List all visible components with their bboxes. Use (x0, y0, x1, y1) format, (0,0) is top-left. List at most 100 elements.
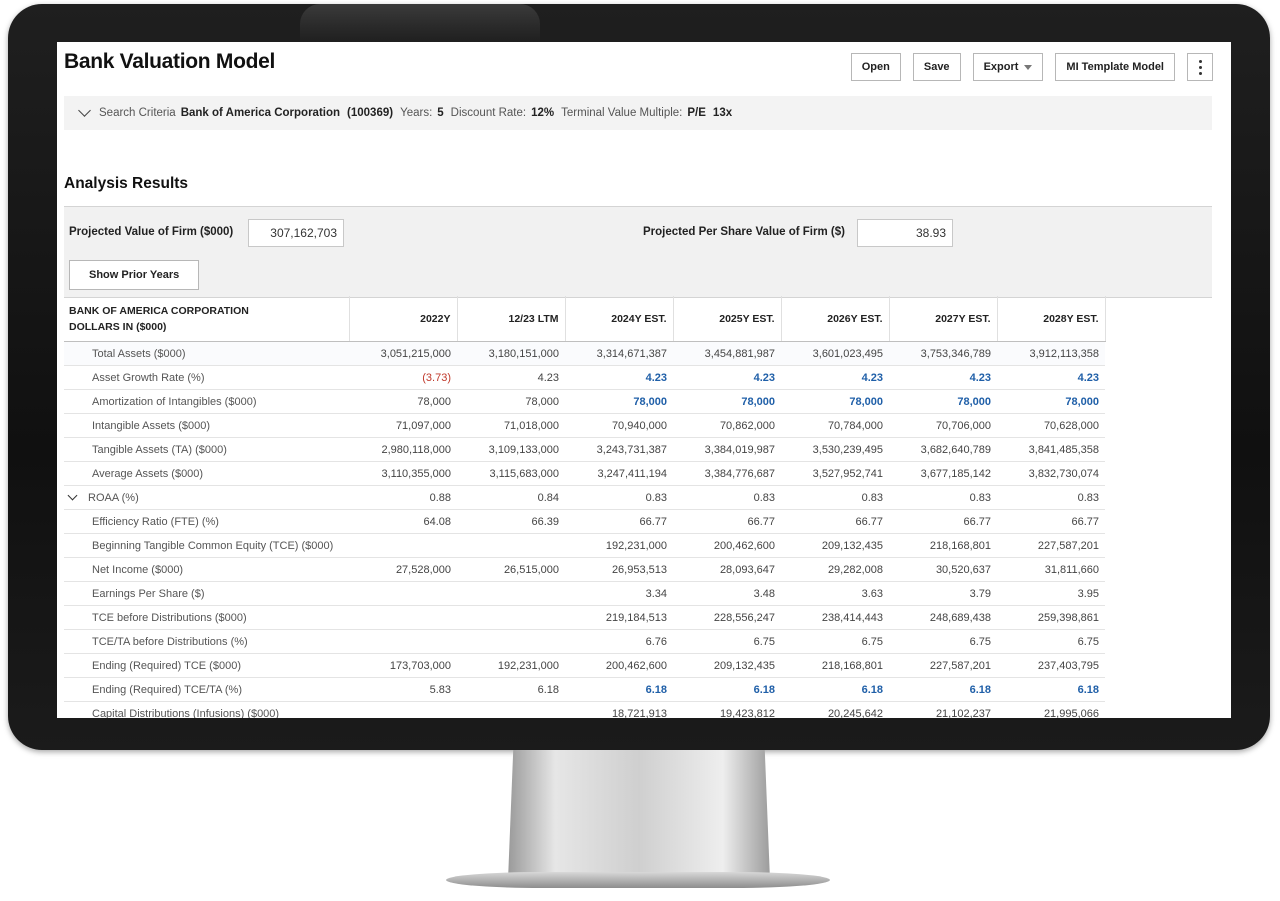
table-cell: 66.77 (889, 509, 997, 534)
table-cell: 3,243,731,387 (565, 437, 673, 462)
expand-chevron-icon[interactable] (67, 490, 78, 500)
table-cell: 19,423,812 (673, 701, 781, 718)
row-label-text: Average Assets ($000) (92, 467, 204, 480)
table-cell: 192,231,000 (565, 533, 673, 558)
table-cell: 4.23 (457, 365, 565, 390)
table-cell (457, 701, 565, 718)
table-cell: 78,000 (349, 389, 457, 414)
table-cell[interactable]: 78,000 (781, 389, 889, 414)
table-cell[interactable]: 4.23 (673, 365, 781, 390)
table-cell: 173,703,000 (349, 653, 457, 678)
analysis-results-heading: Analysis Results (64, 175, 189, 192)
table-header-row: BANK OF AMERICA CORPORATION DOLLARS IN (… (64, 296, 1106, 342)
table-cell: 66.77 (565, 509, 673, 534)
table-cell (457, 629, 565, 654)
table-cell: 71,018,000 (457, 413, 565, 438)
table-cell[interactable]: 78,000 (565, 389, 673, 414)
mi-template-model-button[interactable]: MI Template Model (1055, 53, 1175, 81)
table-cell: 5.83 (349, 677, 457, 702)
row-label-text: Capital Distributions (Infusions) ($000) (92, 707, 280, 719)
per-share-field[interactable]: 38.93 (857, 219, 953, 247)
row-label-text: Earnings Per Share ($) (92, 587, 205, 600)
table-cell: 3.95 (997, 581, 1105, 606)
open-button[interactable]: Open (850, 53, 901, 81)
terminal-value-type: P/E (687, 107, 706, 119)
table-cell: 3,314,671,387 (565, 341, 673, 366)
table-cell[interactable]: 4.23 (889, 365, 997, 390)
table-row: Ending (Required) TCE/TA (%) 5.83 6.18 6.18… (64, 677, 1105, 702)
firm-value-field[interactable]: 307,162,703 (248, 219, 344, 247)
years-label: Years: (400, 107, 433, 119)
row-label-text: ROAA (%) (88, 491, 139, 504)
table-row: Capital Distributions (Infusions) ($000)… (64, 701, 1105, 719)
table-cell: 218,168,801 (781, 653, 889, 678)
table-cell: 3,530,239,495 (781, 437, 889, 462)
table-cell[interactable]: 4.23 (781, 365, 889, 390)
caret-down-icon (1024, 64, 1033, 70)
monitor-stand-base (446, 872, 830, 888)
table-cell: 0.83 (673, 485, 781, 510)
table-cell: 3,454,881,987 (673, 341, 781, 366)
table-cell[interactable]: 78,000 (889, 389, 997, 414)
table-cell: 227,587,201 (889, 653, 997, 678)
table-cell: 0.88 (349, 485, 457, 510)
table-cell[interactable]: 6.18 (997, 677, 1105, 702)
table-cell: 219,184,513 (565, 605, 673, 630)
table-cell[interactable]: 6.18 (781, 677, 889, 702)
chevron-down-icon[interactable] (78, 104, 91, 117)
table-cell: 0.84 (457, 485, 565, 510)
row-label[interactable]: ROAA (%) (64, 485, 349, 510)
per-share-label: Projected Per Share Value of Firm ($) (643, 226, 845, 238)
column-header: 2027Y EST. (889, 296, 998, 342)
table-cell: 3,384,776,687 (673, 461, 781, 486)
criteria-company: Bank of America Corporation (180, 107, 341, 119)
table-cell[interactable]: 4.23 (997, 365, 1105, 390)
table-row: Average Assets ($000) 3,110,355,000 3,115,… (64, 461, 1105, 486)
units-label: DOLLARS IN ($000) (69, 320, 167, 333)
row-label-text: Net Income ($000) (92, 563, 184, 576)
row-label: Earnings Per Share ($) (64, 581, 349, 606)
table-cell: 200,462,600 (565, 653, 673, 678)
row-label-text: Total Assets ($000) (92, 347, 186, 360)
row-label: Net Income ($000) (64, 557, 349, 582)
export-dropdown-button[interactable]: Export (972, 53, 1044, 81)
table-cell[interactable]: 6.18 (889, 677, 997, 702)
table-row: Total Assets ($000) 3,051,215,000 3,180,15… (64, 341, 1105, 366)
table-cell: 70,862,000 (673, 413, 781, 438)
table-cell: 218,168,801 (889, 533, 997, 558)
table-cell: 3,832,730,074 (997, 461, 1105, 486)
table-cell: 78,000 (457, 389, 565, 414)
table-cell: 3,682,640,789 (889, 437, 997, 462)
toolbar: Open Save Export MI Template Model (850, 53, 1213, 81)
table-row: Asset Growth Rate (%) (3.73) 4.23 4.23 4.23 4… (64, 365, 1105, 390)
row-label-text: TCE before Distributions ($000) (92, 611, 247, 624)
table-cell: 70,706,000 (889, 413, 997, 438)
table-cell[interactable]: 78,000 (997, 389, 1105, 414)
table-cell: 26,953,513 (565, 557, 673, 582)
more-options-button[interactable] (1187, 53, 1213, 81)
table-cell[interactable]: 6.18 (673, 677, 781, 702)
row-label-text: Tangible Assets (TA) ($000) (92, 443, 227, 456)
table-cell[interactable]: 6.18 (565, 677, 673, 702)
row-label-text: Amortization of Intangibles ($000) (92, 395, 257, 408)
row-label-text: Asset Growth Rate (%) (92, 371, 205, 384)
row-label: Efficiency Ratio (FTE) (%) (64, 509, 349, 534)
export-label: Export (983, 61, 1019, 73)
row-label: TCE before Distributions ($000) (64, 605, 349, 630)
table-cell[interactable]: 4.23 (565, 365, 673, 390)
save-button[interactable]: Save (912, 53, 961, 81)
table-row: Amortization of Intangibles ($000) 78,000… (64, 389, 1105, 414)
header-company: BANK OF AMERICA CORPORATION DOLLARS IN (… (64, 296, 350, 342)
row-label-text: Intangible Assets ($000) (92, 419, 211, 432)
table-cell: 6.76 (565, 629, 673, 654)
show-prior-years-button[interactable]: Show Prior Years (69, 260, 200, 290)
table-cell: 238,414,443 (781, 605, 889, 630)
search-criteria-bar[interactable]: Search Criteria Bank of America Corporat… (64, 96, 1212, 130)
monitor-stand-neck (508, 750, 770, 880)
table-cell[interactable]: 78,000 (673, 389, 781, 414)
table-cell: 6.75 (781, 629, 889, 654)
page-title: Bank Valuation Model (64, 50, 276, 73)
table-cell: 2,980,118,000 (349, 437, 457, 462)
table-row: TCE before Distributions ($000) 219,184,5… (64, 605, 1105, 630)
table-cell (349, 581, 457, 606)
